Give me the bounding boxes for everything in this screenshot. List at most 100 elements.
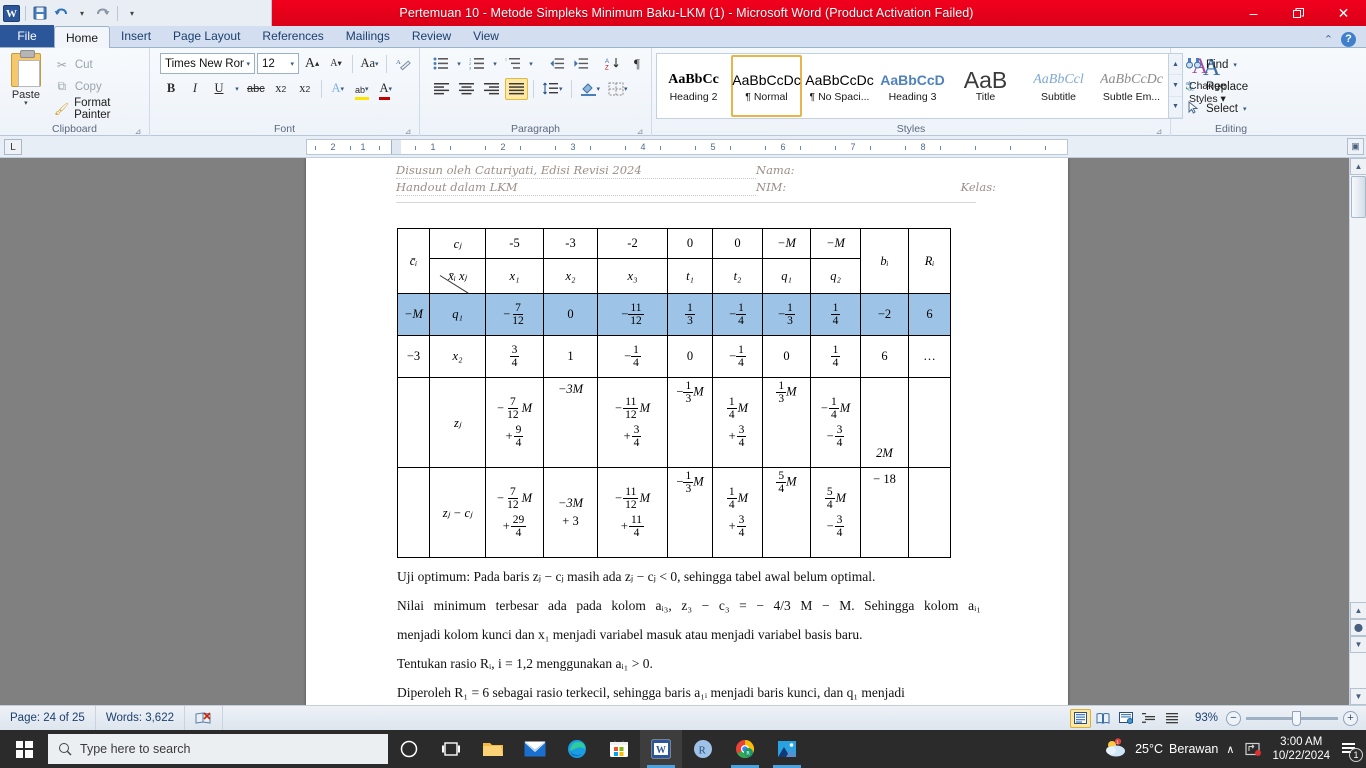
cortana-icon[interactable] xyxy=(388,730,430,768)
ruler-toggle-button[interactable]: ▣ xyxy=(1347,138,1364,155)
font-size-combo[interactable]: 12 ▾ xyxy=(257,53,300,74)
style-subtle-emphasis[interactable]: AaBbCcDc Subtle Em... xyxy=(1096,55,1167,117)
superscript-button[interactable]: x2 xyxy=(294,78,316,100)
bullets-dropdown-icon[interactable]: ▾ xyxy=(454,53,464,75)
word-icon[interactable]: W xyxy=(640,730,682,768)
underline-button[interactable]: U xyxy=(208,78,230,100)
next-page-button[interactable]: ▼ xyxy=(1350,636,1366,653)
tab-mailings[interactable]: Mailings xyxy=(335,25,401,47)
photos-icon[interactable] xyxy=(766,730,808,768)
underline-dropdown-icon[interactable]: ▾ xyxy=(232,78,242,100)
customize-qat-icon[interactable]: ▾ xyxy=(123,4,141,22)
show-formatting-marks-icon[interactable]: ¶ xyxy=(626,53,648,75)
styles-dialog-launcher[interactable]: ⊿ xyxy=(1154,125,1164,136)
document-body-text[interactable]: Uji optimum: Pada baris zⱼ − cⱼ masih ad… xyxy=(397,562,981,705)
font-size-dropdown-icon[interactable]: ▾ xyxy=(289,60,297,68)
tab-view[interactable]: View xyxy=(462,25,510,47)
justify-icon[interactable] xyxy=(505,77,528,100)
zoom-slider[interactable]: − + xyxy=(1226,710,1358,726)
task-view-icon[interactable] xyxy=(430,730,472,768)
zoom-thumb[interactable] xyxy=(1292,710,1301,726)
view-full-screen-reading[interactable] xyxy=(1093,709,1114,728)
close-button[interactable]: ✕ xyxy=(1321,0,1366,26)
edge-icon[interactable] xyxy=(556,730,598,768)
increase-indent-icon[interactable] xyxy=(570,53,592,75)
style-title[interactable]: AaB Title xyxy=(950,55,1021,117)
line-spacing-icon[interactable]: ▾ xyxy=(539,78,566,100)
tab-insert[interactable]: Insert xyxy=(110,25,162,47)
font-family-combo[interactable]: Times New Rom ▾ xyxy=(160,53,255,74)
action-center-icon[interactable]: 1 xyxy=(1338,737,1363,762)
sort-icon[interactable]: AZ xyxy=(602,53,624,75)
align-center-icon[interactable] xyxy=(455,78,478,100)
subscript-button[interactable]: x2 xyxy=(270,78,292,100)
numbering-icon[interactable]: 123 xyxy=(466,53,488,75)
replace-button[interactable]: ab ac Replace xyxy=(1181,76,1287,97)
strikethrough-button[interactable]: abc xyxy=(244,78,268,100)
bold-button[interactable]: B xyxy=(160,78,182,100)
style-subtitle[interactable]: AaBbCcl Subtitle xyxy=(1023,55,1094,117)
save-icon[interactable] xyxy=(31,4,49,22)
italic-button[interactable]: I xyxy=(184,78,206,100)
bullets-icon[interactable] xyxy=(430,53,452,75)
weather-widget[interactable]: 1 25°C Berawan xyxy=(1103,737,1218,761)
view-outline[interactable] xyxy=(1139,709,1160,728)
zoom-track[interactable] xyxy=(1246,710,1338,726)
tab-stop-selector[interactable]: L xyxy=(4,139,22,155)
tab-file[interactable]: File xyxy=(0,25,54,47)
zoom-level[interactable]: 93% xyxy=(1195,712,1218,724)
minimize-button[interactable]: – xyxy=(1231,0,1276,26)
paste-dropdown-icon[interactable]: ▾ xyxy=(24,100,28,107)
proofing-status[interactable] xyxy=(185,705,223,731)
select-dropdown-icon[interactable]: ▾ xyxy=(1243,105,1247,113)
quick-access-toolbar[interactable]: W ▾ ▾ xyxy=(0,0,272,26)
grow-font-button[interactable]: A ▴ xyxy=(301,53,323,75)
scroll-down-button[interactable]: ▼ xyxy=(1350,688,1366,705)
view-draft[interactable] xyxy=(1162,709,1183,728)
shading-icon[interactable]: ▾ xyxy=(577,78,604,100)
styles-gallery[interactable]: AaBbCc Heading 2 AaBbCcDc ¶ Normal AaBbC… xyxy=(656,53,1183,119)
zoom-out-button[interactable]: − xyxy=(1226,710,1241,726)
decrease-indent-icon[interactable] xyxy=(546,53,568,75)
font-dialog-launcher[interactable]: ⊿ xyxy=(403,125,413,136)
simplex-table[interactable]: c̄ᵢ cⱼ -5 -3 -2 0 0 −M −M bᵢ Rᵢ x̄ᵢ xⱼ x… xyxy=(397,228,951,558)
start-button[interactable] xyxy=(0,730,48,768)
style-normal[interactable]: AaBbCcDc ¶ Normal xyxy=(731,55,802,117)
mail-icon[interactable] xyxy=(514,730,556,768)
text-highlight-button[interactable]: ab ▾ xyxy=(351,78,373,100)
file-explorer-icon[interactable] xyxy=(472,730,514,768)
restore-button[interactable] xyxy=(1276,0,1321,26)
change-case-button[interactable]: Aa ▾ xyxy=(358,53,381,75)
align-left-icon[interactable] xyxy=(430,78,453,100)
cut-button[interactable]: ✂ Cut xyxy=(51,55,145,75)
word-app-logo[interactable]: W xyxy=(3,4,20,22)
tab-page-layout[interactable]: Page Layout xyxy=(162,25,251,47)
chrome-icon[interactable]: R xyxy=(724,730,766,768)
rstudio-icon[interactable]: R xyxy=(682,730,724,768)
undo-icon[interactable] xyxy=(52,4,70,22)
previous-page-button[interactable]: ▲ xyxy=(1350,602,1366,619)
borders-icon[interactable]: ▾ xyxy=(605,78,631,100)
taskbar-search[interactable]: Type here to search xyxy=(48,734,388,764)
find-button[interactable]: Find ▾ xyxy=(1181,54,1287,75)
redo-icon[interactable] xyxy=(94,4,112,22)
help-icon[interactable]: ? xyxy=(1341,32,1356,47)
find-dropdown-icon[interactable]: ▾ xyxy=(1233,61,1237,69)
style-heading-3[interactable]: AaBbCcD Heading 3 xyxy=(877,55,948,117)
paste-button[interactable]: Paste ▾ xyxy=(4,50,48,122)
format-painter-button[interactable]: 🖌 Format Painter xyxy=(51,97,145,121)
shrink-font-button[interactable]: A ▾ xyxy=(325,53,347,75)
font-color-button[interactable]: A ▾ xyxy=(375,78,397,100)
align-right-icon[interactable] xyxy=(480,78,503,100)
clear-formatting-icon[interactable]: A xyxy=(392,53,415,75)
horizontal-ruler[interactable]: 2 1 1 2 3 4 5 6 7 8 xyxy=(306,139,1068,155)
numbering-dropdown-icon[interactable]: ▾ xyxy=(490,53,500,75)
microsoft-store-icon[interactable] xyxy=(598,730,640,768)
tab-review[interactable]: Review xyxy=(401,25,462,47)
onedrive-sync-icon[interactable] xyxy=(1242,737,1264,761)
paragraph-dialog-launcher[interactable]: ⊿ xyxy=(635,125,645,136)
font-family-dropdown-icon[interactable]: ▾ xyxy=(244,60,252,68)
page-indicator[interactable]: Page: 24 of 25 xyxy=(0,705,96,731)
tab-references[interactable]: References xyxy=(251,25,334,47)
tab-home[interactable]: Home xyxy=(54,26,111,48)
